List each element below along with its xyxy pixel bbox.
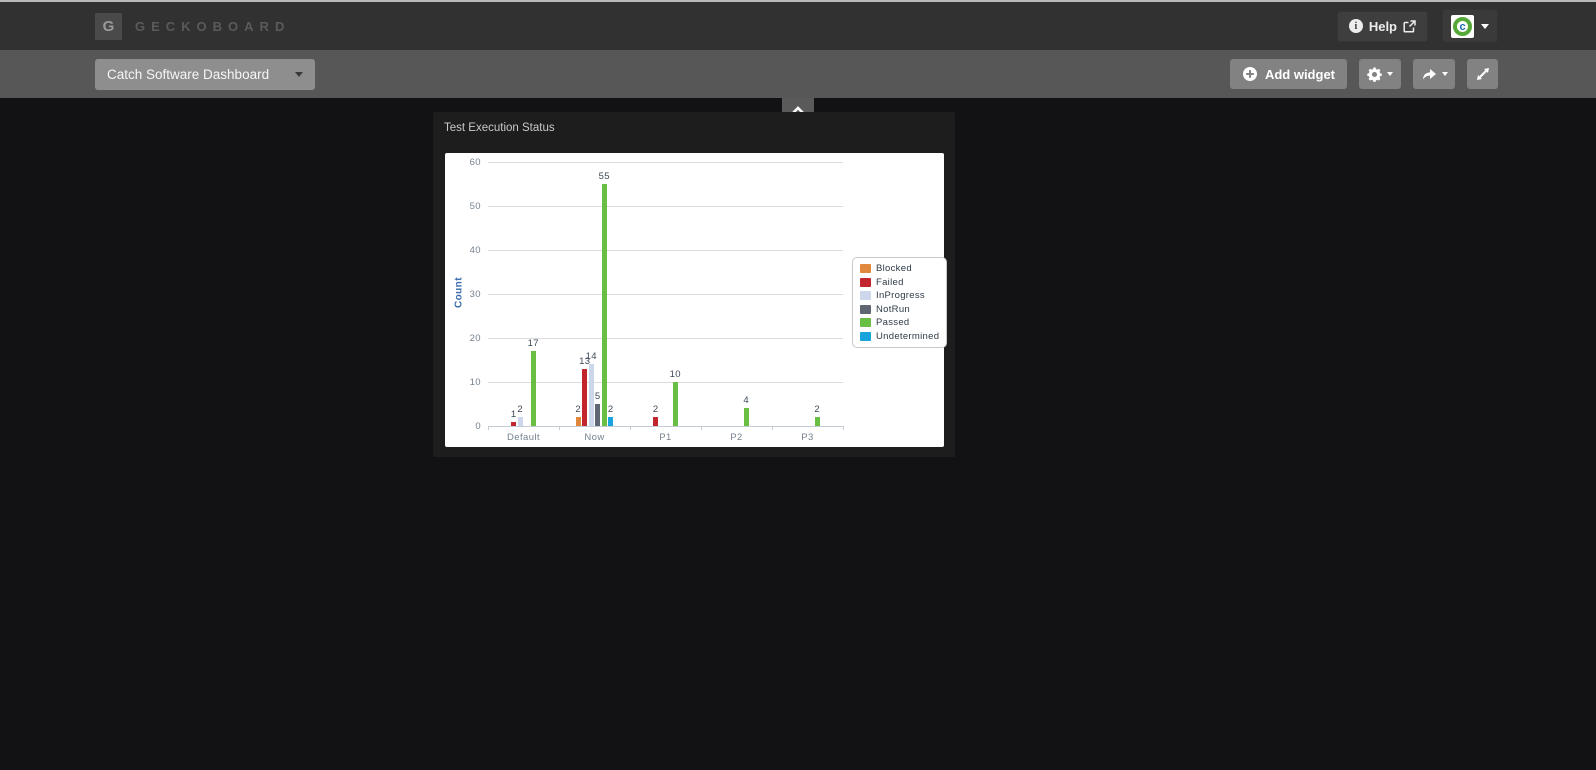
legend-swatch <box>860 278 871 287</box>
account-menu-button[interactable]: c <box>1442 9 1498 43</box>
bar-value-label: 4 <box>734 395 758 406</box>
x-axis-tick <box>772 426 773 430</box>
legend-item-undetermined: Undetermined <box>860 331 939 343</box>
gridline <box>488 162 843 163</box>
legend-item-failed: Failed <box>860 277 939 289</box>
legend-item-notrun: NotRun <box>860 304 939 316</box>
bar-value-label: 14 <box>579 351 603 362</box>
legend-swatch <box>860 305 871 314</box>
chart-legend: Blocked Failed InProgress NotRun Passed Undet… <box>852 257 947 348</box>
legend-swatch <box>860 264 871 273</box>
x-axis-tick <box>843 426 844 430</box>
legend-label: Passed <box>876 317 910 328</box>
brand-name: GECKOBOARD <box>135 19 290 34</box>
share-button[interactable] <box>1413 59 1455 89</box>
bar-passed-now <box>602 184 607 426</box>
chevron-down-icon <box>1481 24 1489 29</box>
legend-swatch <box>860 291 871 300</box>
chevron-down-icon <box>295 72 303 77</box>
info-icon: i <box>1349 19 1363 33</box>
help-button-label: Help <box>1369 19 1397 34</box>
y-tick-label: 20 <box>451 333 481 344</box>
bar-passed-p3 <box>815 417 820 426</box>
avatar-logo-icon: c <box>1452 16 1473 37</box>
svg-text:c: c <box>1459 21 1465 33</box>
y-tick-label: 10 <box>451 377 481 388</box>
bar-passed-p2 <box>744 408 749 426</box>
widget-title: Test Execution Status <box>444 122 555 134</box>
legend-item-passed: Passed <box>860 317 939 329</box>
bar-value-label: 2 <box>805 404 829 415</box>
x-category-label: P2 <box>707 432 767 443</box>
y-axis-title: Count <box>454 263 465 323</box>
geckoboard-logo[interactable]: G GECKOBOARD <box>95 13 290 40</box>
bar-inprogress-default <box>518 417 523 426</box>
legend-item-blocked: Blocked <box>860 263 939 275</box>
bar-passed-default <box>531 351 536 426</box>
x-axis-tick <box>701 426 702 430</box>
y-tick-label: 40 <box>451 245 481 256</box>
x-category-label: Default <box>494 432 554 443</box>
legend-swatch <box>860 318 871 327</box>
gridline <box>488 294 843 295</box>
dashboard-select[interactable]: Catch Software Dashboard <box>95 59 315 90</box>
bar-value-label: 2 <box>599 404 623 415</box>
y-tick-label: 0 <box>451 421 481 432</box>
header-right-controls: i Help c <box>1337 9 1498 43</box>
add-widget-label: Add widget <box>1265 67 1335 82</box>
x-axis-tick <box>630 426 631 430</box>
legend-swatch <box>860 332 871 341</box>
external-link-icon <box>1403 20 1416 33</box>
dashboard-select-value: Catch Software Dashboard <box>107 67 269 82</box>
legend-label: InProgress <box>876 290 925 301</box>
chart-panel: 0102030405060DefaultNowP1P2P321132214517… <box>445 153 944 447</box>
x-axis-tick <box>559 426 560 430</box>
fullscreen-button[interactable] <box>1467 59 1498 89</box>
bar-value-label: 2 <box>644 404 668 415</box>
x-category-label: Now <box>565 432 625 443</box>
add-widget-button[interactable]: Add widget <box>1230 59 1347 89</box>
bar-undetermined-now <box>608 417 613 426</box>
expand-icon <box>1476 67 1490 81</box>
gear-icon <box>1367 67 1382 82</box>
x-axis-line <box>488 426 843 427</box>
avatar: c <box>1451 15 1474 38</box>
share-arrow-icon <box>1421 67 1437 81</box>
chevron-down-icon <box>1442 72 1448 76</box>
bar-value-label: 55 <box>592 171 616 182</box>
y-tick-label: 60 <box>451 157 481 168</box>
bar-failed-p1 <box>653 417 658 426</box>
plus-circle-icon <box>1242 66 1258 82</box>
legend-label: Failed <box>876 277 904 288</box>
dashboard-toolbar: Catch Software Dashboard Add widget <box>0 50 1596 98</box>
bar-blocked-now <box>576 417 581 426</box>
gridline <box>488 382 843 383</box>
app-header: G GECKOBOARD i Help c <box>0 2 1596 50</box>
bar-value-label: 17 <box>521 338 545 349</box>
bar-value-label: 10 <box>663 369 687 380</box>
toolbar-right-controls: Add widget <box>1230 59 1498 89</box>
gridline <box>488 206 843 207</box>
legend-label: NotRun <box>876 304 910 315</box>
bar-failed-default <box>511 422 516 426</box>
chevron-down-icon <box>1387 72 1393 76</box>
y-tick-label: 50 <box>451 201 481 212</box>
logo-icon: G <box>95 13 122 40</box>
bar-value-label: 2 <box>508 404 532 415</box>
gridline <box>488 250 843 251</box>
legend-label: Blocked <box>876 263 912 274</box>
help-button[interactable]: i Help <box>1337 11 1428 42</box>
legend-label: Undetermined <box>876 331 939 342</box>
x-axis-tick <box>488 426 489 430</box>
x-category-label: P3 <box>778 432 838 443</box>
x-category-label: P1 <box>636 432 696 443</box>
legend-item-inprogress: InProgress <box>860 290 939 302</box>
widget-test-execution-status[interactable]: Test Execution Status 0102030405060Defau… <box>433 112 955 457</box>
dashboard-settings-button[interactable] <box>1359 59 1401 89</box>
bar-passed-p1 <box>673 382 678 426</box>
